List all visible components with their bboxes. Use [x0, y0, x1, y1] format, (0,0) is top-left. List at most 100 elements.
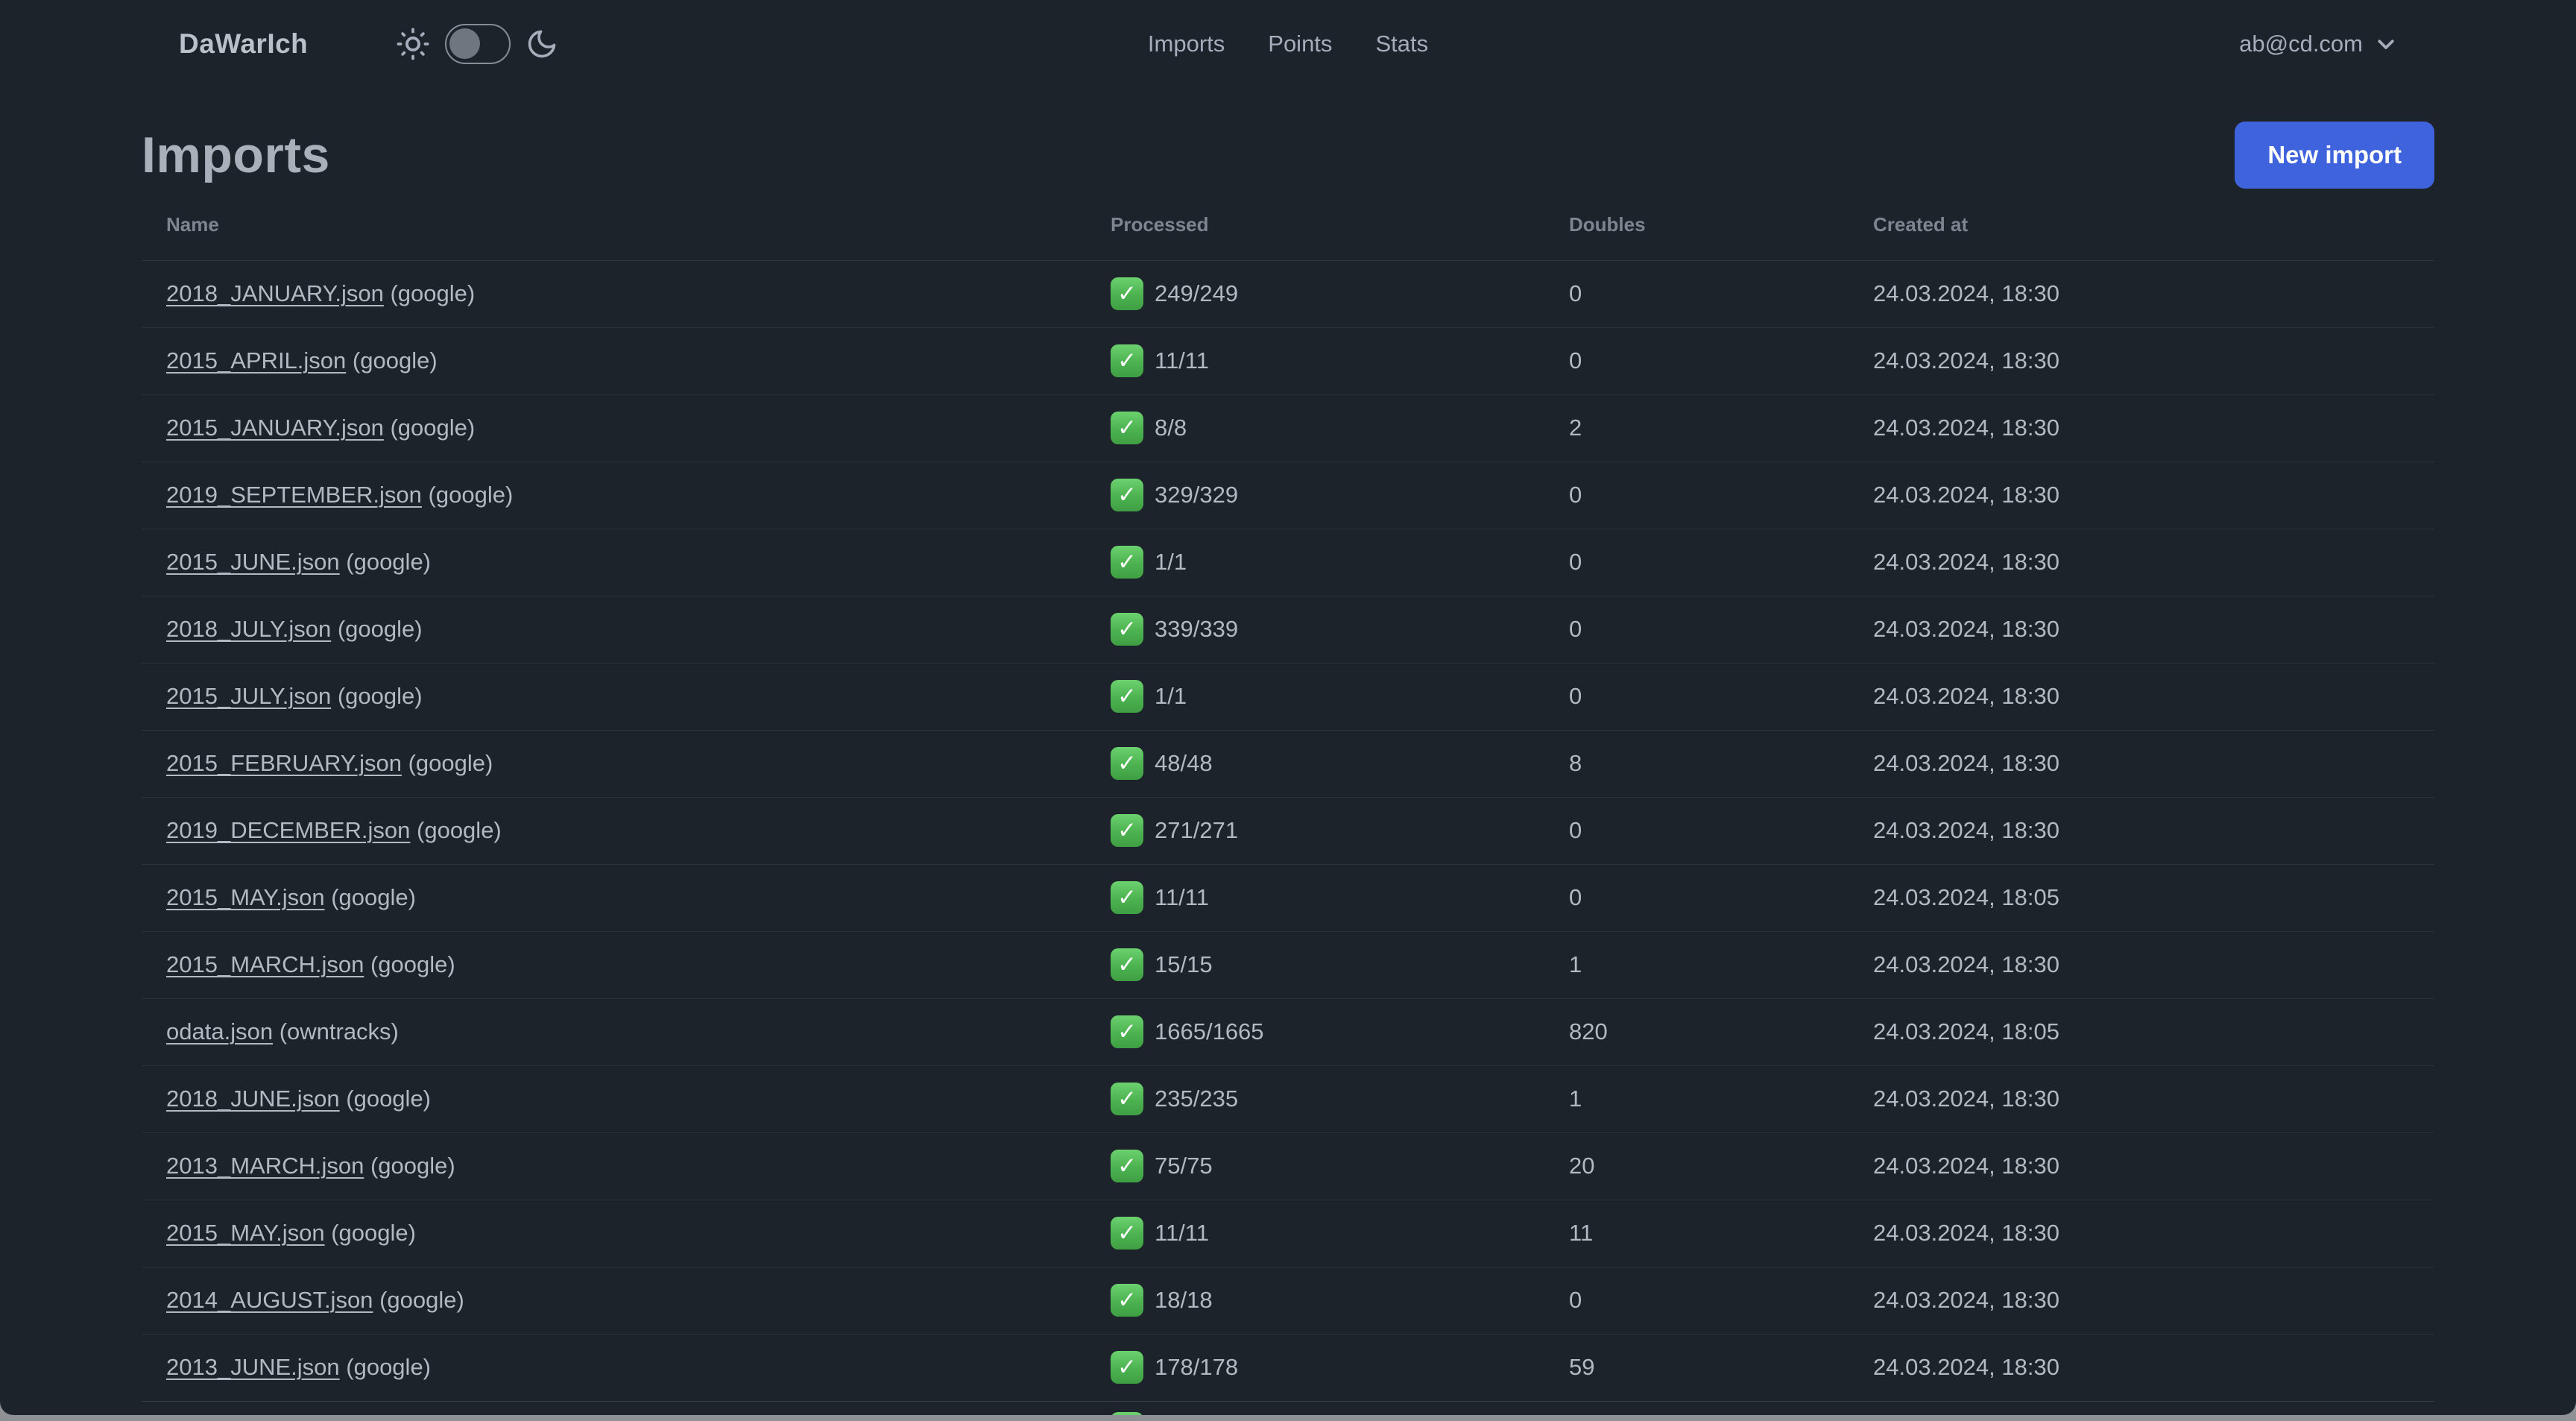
cell-created-at: 24.03.2024, 18:30: [1849, 1267, 2434, 1335]
cell-doubles: 11: [1544, 1200, 1849, 1267]
import-source: (google): [408, 750, 493, 776]
cell-doubles: 0: [1544, 529, 1849, 596]
table-row: 2015_APRIL.json (google) ✓ 11/11 0 24.03…: [142, 327, 2434, 395]
column-header-name: Name: [142, 189, 1086, 261]
processed-count: 11/11: [1155, 884, 1209, 910]
processed-count: 271/271: [1155, 817, 1239, 843]
import-file-link[interactable]: 2015_JUNE.json: [166, 549, 340, 575]
cell-created-at: 24.03.2024, 18:05: [1849, 864, 2434, 932]
cell-created-at: 24.03.2024, 18:30: [1849, 1132, 2434, 1200]
processed-count: 18/18: [1155, 1287, 1213, 1313]
sun-icon: [396, 27, 430, 61]
cell-doubles: 0: [1544, 797, 1849, 865]
table-row: 2015_MARCH.json (google) ✓ 15/15 1 24.03…: [142, 931, 2434, 999]
cell-doubles: 59: [1544, 1334, 1849, 1402]
theme-switcher: [396, 24, 558, 64]
cell-processed: ✓ 18/18: [1086, 1267, 1544, 1335]
processed-count: 75/75: [1155, 1153, 1213, 1179]
page-header: Imports New import: [142, 121, 2434, 189]
cell-name: 2019_DECEMBER.json (google): [142, 797, 1086, 865]
import-source: (google): [331, 1220, 416, 1246]
cell-processed: ✓ 1665/1665: [1086, 998, 1544, 1066]
cell-doubles: 0: [1544, 663, 1849, 731]
check-icon: ✓: [1111, 479, 1143, 511]
import-file-link[interactable]: 2014_AUGUST.json: [166, 1287, 373, 1313]
import-source: (google): [370, 1153, 455, 1179]
processed-count: 178/178: [1155, 1354, 1239, 1380]
check-icon: ✓: [1111, 277, 1143, 310]
import-file-link[interactable]: 2019_SEPTEMBER.json: [166, 482, 422, 508]
cell-processed: ✓ 11/11: [1086, 327, 1544, 395]
cell-doubles: 0: [1544, 864, 1849, 932]
processed-count: 48/48: [1155, 750, 1213, 776]
column-header-doubles: Doubles: [1544, 189, 1849, 261]
import-file-link[interactable]: 2015_JANUARY.json: [166, 415, 384, 441]
import-file-link[interactable]: 2015_MARCH.json: [166, 951, 364, 977]
cell-doubles: 0: [1544, 596, 1849, 664]
import-file-link[interactable]: 2018_JANUARY.json: [166, 280, 384, 306]
cell-doubles: 0: [1544, 461, 1849, 529]
check-icon: ✓: [1111, 412, 1143, 444]
import-file-link[interactable]: 2015_MAY.json: [166, 884, 325, 910]
cell-created-at: 24.03.2024, 18:30: [1849, 596, 2434, 664]
imports-table-partial-row: ✓: [142, 1401, 2434, 1415]
theme-toggle[interactable]: [445, 24, 511, 64]
cell-processed: ✓ 339/339: [1086, 596, 1544, 664]
table-row: 2015_MAY.json (google) ✓ 11/11 0 24.03.2…: [142, 864, 2434, 932]
cell-processed: ✓ 11/11: [1086, 864, 1544, 932]
processed-count: 329/329: [1155, 482, 1239, 508]
processed-count: 1/1: [1155, 549, 1187, 575]
import-source: (google): [352, 347, 438, 374]
cell-doubles: 2: [1544, 394, 1849, 462]
import-file-link[interactable]: 2018_JULY.json: [166, 616, 331, 642]
cell-created-at: 24.03.2024, 18:30: [1849, 260, 2434, 328]
check-icon: ✓: [1111, 814, 1143, 847]
table-row: odata.json (owntracks) ✓ 1665/1665 820 2…: [142, 998, 2434, 1066]
cell-doubles: 820: [1544, 998, 1849, 1066]
processed-count: 8/8: [1155, 415, 1187, 441]
cell-created-at: 24.03.2024, 18:30: [1849, 1200, 2434, 1267]
check-icon: ✓: [1111, 1150, 1143, 1182]
nav-link-points[interactable]: Points: [1268, 31, 1332, 57]
import-file-link[interactable]: 2015_JULY.json: [166, 683, 331, 709]
table-row: 2018_JULY.json (google) ✓ 339/339 0 24.0…: [142, 596, 2434, 664]
import-source: (google): [370, 951, 455, 977]
cell-name: 2018_JUNE.json (google): [142, 1065, 1086, 1133]
nav-link-imports[interactable]: Imports: [1148, 31, 1225, 57]
cell-processed: ✓ 11/11: [1086, 1200, 1544, 1267]
cell-processed: ✓ 1/1: [1086, 663, 1544, 731]
cell-created-at: 24.03.2024, 18:30: [1849, 1334, 2434, 1402]
import-file-link[interactable]: odata.json: [166, 1018, 273, 1045]
cell-doubles: 1: [1544, 1065, 1849, 1133]
table-row: 2019_DECEMBER.json (google) ✓ 271/271 0 …: [142, 797, 2434, 865]
cell-created-at: 24.03.2024, 18:30: [1849, 461, 2434, 529]
import-file-link[interactable]: 2015_APRIL.json: [166, 347, 346, 374]
import-file-link[interactable]: 2015_FEBRUARY.json: [166, 750, 402, 776]
account-dropdown[interactable]: ab@cd.com: [2239, 31, 2397, 57]
import-source: (google): [337, 616, 423, 642]
chevron-down-icon: [2375, 33, 2397, 55]
column-header-created-at: Created at: [1849, 189, 2434, 261]
import-file-link[interactable]: 2018_JUNE.json: [166, 1086, 340, 1112]
cell-name: 2015_MAY.json (google): [142, 1200, 1086, 1267]
import-file-link[interactable]: 2019_DECEMBER.json: [166, 817, 410, 843]
nav-link-stats[interactable]: Stats: [1375, 31, 1428, 57]
cell-name: 2015_FEBRUARY.json (google): [142, 730, 1086, 798]
table-row: 2015_FEBRUARY.json (google) ✓ 48/48 8 24…: [142, 730, 2434, 798]
import-source: (owntracks): [279, 1018, 399, 1045]
column-header-processed: Processed: [1086, 189, 1544, 261]
table-row: 2015_JULY.json (google) ✓ 1/1 0 24.03.20…: [142, 663, 2434, 731]
cell-name: 2015_APRIL.json (google): [142, 327, 1086, 395]
new-import-button[interactable]: New import: [2235, 122, 2434, 189]
import-file-link[interactable]: 2013_MARCH.json: [166, 1153, 364, 1179]
import-source: (google): [428, 482, 514, 508]
main-nav: Imports Points Stats: [1148, 31, 1428, 57]
cell-name: 2014_AUGUST.json (google): [142, 1267, 1086, 1335]
table-row: 2014_AUGUST.json (google) ✓ 18/18 0 24.0…: [142, 1267, 2434, 1335]
import-file-link[interactable]: 2015_MAY.json: [166, 1220, 325, 1246]
import-source: (google): [331, 884, 416, 910]
check-icon: ✓: [1111, 613, 1143, 646]
import-file-link[interactable]: 2013_JUNE.json: [166, 1354, 340, 1380]
app-logo[interactable]: DaWarIch: [179, 28, 308, 60]
import-source: (google): [346, 549, 432, 575]
